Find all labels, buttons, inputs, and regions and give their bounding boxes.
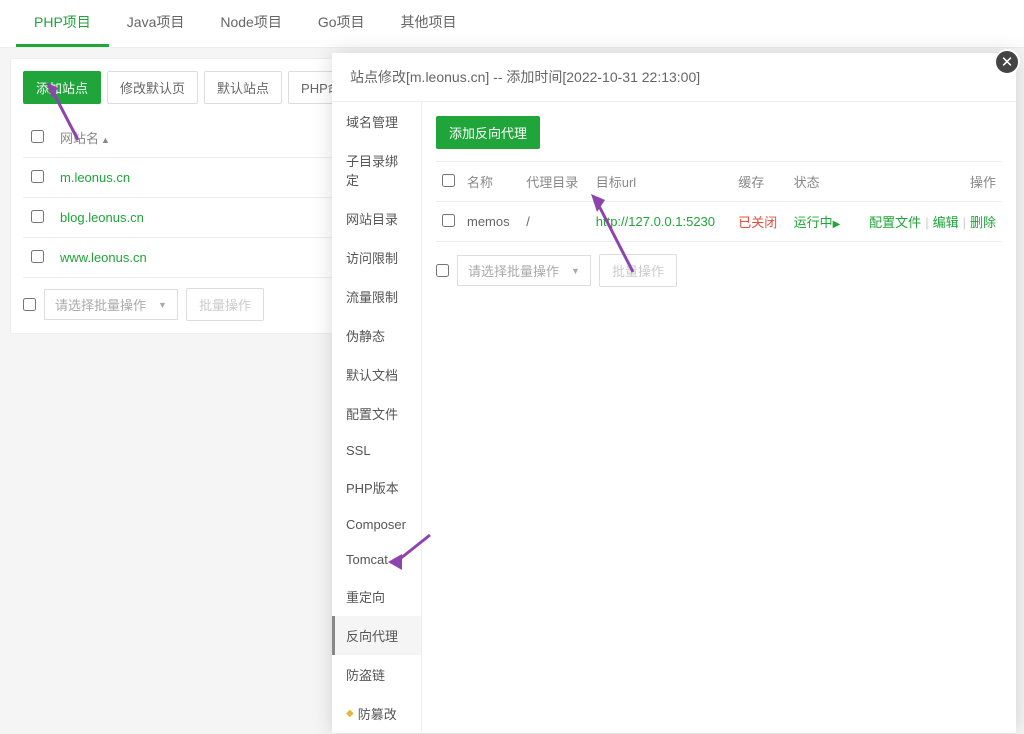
side-item-label: 伪静态 [346, 326, 385, 345]
proxy-edit-link[interactable]: 编辑 [933, 215, 959, 230]
proxy-row-checkbox[interactable] [442, 214, 455, 227]
proxy-batch-controls: 请选择批量操作 ▼ 批量操作 [436, 254, 1002, 287]
side-item-7[interactable]: 配置文件 [332, 394, 421, 433]
proxy-batch-apply[interactable]: 批量操作 [599, 254, 677, 287]
tab-node[interactable]: Node项目 [202, 0, 299, 47]
col-proxy-op: 操作 [851, 162, 1002, 202]
side-item-label: 配置文件 [346, 404, 398, 423]
site-edit-modal: ✕ 站点修改[m.leonus.cn] -- 添加时间[2022-10-31 2… [332, 53, 1016, 733]
diamond-icon: ◆ [346, 708, 354, 719]
tab-java[interactable]: Java项目 [109, 0, 203, 47]
close-icon: ✕ [1001, 53, 1014, 71]
proxy-delete-link[interactable]: 删除 [970, 215, 996, 230]
side-item-label: 域名管理 [346, 112, 398, 131]
side-item-label: Composer [346, 517, 406, 532]
modify-default-button[interactable]: 修改默认页 [107, 71, 198, 104]
proxy-row: memos / http://127.0.0.1:5230 已关闭 运行中▶ 配… [436, 202, 1002, 242]
side-item-label: 防盗链 [346, 665, 385, 684]
side-item-label: 流量限制 [346, 287, 398, 306]
side-item-13[interactable]: 反向代理 [332, 616, 421, 655]
site-link[interactable]: www.leonus.cn [60, 250, 147, 265]
side-item-label: 默认文档 [346, 365, 398, 384]
side-item-label: SSL [346, 443, 371, 458]
side-item-label: 网站目录 [346, 209, 398, 228]
side-item-label: PHP版本 [346, 478, 399, 497]
proxy-batch-select-all[interactable] [436, 264, 449, 277]
row-checkbox[interactable] [31, 170, 44, 183]
chevron-down-icon: ▼ [158, 300, 167, 310]
modal-title: 站点修改[m.leonus.cn] -- 添加时间[2022-10-31 22:… [332, 53, 1016, 102]
proxy-cache[interactable]: 已关闭 [738, 215, 777, 230]
side-item-5[interactable]: 伪静态 [332, 316, 421, 355]
col-proxy-dir: 代理目录 [520, 162, 589, 202]
side-item-label: 防篡改 [358, 704, 397, 723]
side-item-15[interactable]: ◆ 防篡改 [332, 694, 421, 733]
batch-select[interactable]: 请选择批量操作 ▼ [44, 289, 178, 320]
proxy-config-link[interactable]: 配置文件 [869, 215, 921, 230]
proxy-table: 名称 代理目录 目标url 缓存 状态 操作 memos / http://12… [436, 161, 1002, 242]
tab-other[interactable]: 其他项目 [383, 0, 475, 47]
side-item-11[interactable]: Tomcat [332, 542, 421, 577]
select-all-checkbox[interactable] [31, 130, 44, 143]
side-item-0[interactable]: 域名管理 [332, 102, 421, 141]
batch-select-placeholder: 请选择批量操作 [55, 295, 146, 314]
side-item-label: 子目录绑定 [346, 151, 407, 189]
side-item-4[interactable]: 流量限制 [332, 277, 421, 316]
proxy-batch-select[interactable]: 请选择批量操作 ▼ [457, 255, 591, 286]
project-tabs: PHP项目 Java项目 Node项目 Go项目 其他项目 [0, 0, 1024, 48]
side-item-1[interactable]: 子目录绑定 [332, 141, 421, 199]
site-link[interactable]: blog.leonus.cn [60, 210, 144, 225]
add-proxy-button[interactable]: 添加反向代理 [436, 116, 540, 149]
side-item-14[interactable]: 防盗链 [332, 655, 421, 694]
batch-apply-button[interactable]: 批量操作 [186, 288, 264, 321]
row-checkbox[interactable] [31, 250, 44, 263]
side-item-12[interactable]: 重定向 [332, 577, 421, 616]
side-item-8[interactable]: SSL [332, 433, 421, 468]
proxy-dir: / [520, 202, 589, 242]
side-item-label: 重定向 [346, 587, 385, 606]
col-proxy-status: 状态 [788, 162, 852, 202]
proxy-select-all[interactable] [442, 174, 455, 187]
add-site-button[interactable]: 添加站点 [23, 71, 101, 104]
proxy-batch-placeholder: 请选择批量操作 [468, 261, 559, 280]
side-item-label: Tomcat [346, 552, 388, 567]
reverse-proxy-panel: 添加反向代理 名称 代理目录 目标url 缓存 状态 操作 [422, 102, 1016, 734]
side-item-label: 访问限制 [346, 248, 398, 267]
modal-side-menu: 域名管理子目录绑定网站目录访问限制流量限制伪静态默认文档配置文件 SSL PHP版本… [332, 102, 422, 734]
col-proxy-cache: 缓存 [732, 162, 787, 202]
close-button[interactable]: ✕ [994, 49, 1020, 75]
site-link[interactable]: m.leonus.cn [60, 170, 130, 185]
proxy-url[interactable]: http://127.0.0.1:5230 [596, 214, 715, 229]
batch-select-all[interactable] [23, 298, 36, 311]
proxy-status[interactable]: 运行中▶ [788, 202, 852, 242]
sort-asc-icon: ▲ [101, 135, 110, 145]
play-icon: ▶ [833, 219, 841, 230]
side-item-3[interactable]: 访问限制 [332, 238, 421, 277]
side-item-10[interactable]: Composer [332, 507, 421, 542]
side-item-label: 反向代理 [346, 626, 398, 645]
col-proxy-name: 名称 [461, 162, 520, 202]
default-site-button[interactable]: 默认站点 [204, 71, 282, 104]
chevron-down-icon: ▼ [571, 266, 580, 276]
tab-go[interactable]: Go项目 [300, 0, 383, 47]
side-item-6[interactable]: 默认文档 [332, 355, 421, 394]
proxy-name: memos [461, 202, 520, 242]
side-item-2[interactable]: 网站目录 [332, 199, 421, 238]
row-checkbox[interactable] [31, 210, 44, 223]
side-item-9[interactable]: PHP版本 [332, 468, 421, 507]
col-proxy-url: 目标url [590, 162, 732, 202]
tab-php[interactable]: PHP项目 [16, 0, 109, 47]
